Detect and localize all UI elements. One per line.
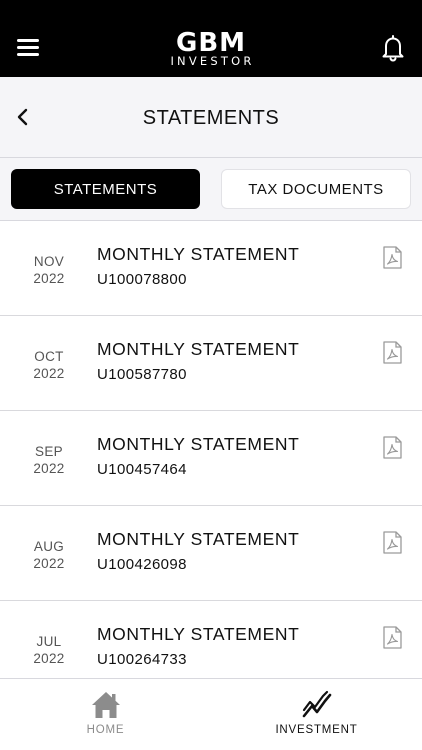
statement-title: MONTHLY STATEMENT (97, 434, 300, 454)
statement-row[interactable]: OCT 2022 MONTHLY STATEMENT U100587780 (0, 316, 422, 411)
pdf-file-icon[interactable] (383, 246, 402, 269)
statement-month: AUG (33, 539, 65, 554)
statement-account: U100587780 (97, 366, 187, 383)
investment-chart-icon (302, 690, 332, 718)
gbm-investor-logo: GBM INVESTOR (0, 30, 422, 67)
statement-year: 2022 (33, 461, 65, 476)
statement-date: JUL 2022 (14, 633, 84, 667)
statement-date: AUG 2022 (14, 538, 84, 572)
statement-account: U100457464 (97, 461, 187, 478)
statement-title: MONTHLY STATEMENT (97, 529, 300, 549)
logo-main-text: GBM (175, 28, 247, 58)
pdf-file-icon[interactable] (383, 531, 402, 554)
statement-account: U100264733 (97, 651, 187, 668)
statement-year: 2022 (33, 651, 65, 666)
statement-month: SEP (35, 444, 63, 459)
statement-month: OCT (34, 349, 64, 364)
pdf-file-icon[interactable] (383, 626, 402, 649)
tab-tax-documents[interactable]: TAX DOCUMENTS (221, 169, 411, 209)
nav-label-home: HOME (86, 724, 125, 736)
pdf-file-icon[interactable] (383, 341, 402, 364)
tab-bar: STATEMENTS TAX DOCUMENTS (0, 158, 422, 221)
statement-month: NOV (33, 254, 65, 269)
nav-label-investment: INVESTMENT (275, 724, 358, 736)
top-bar: GBM INVESTOR (0, 0, 422, 77)
statement-date: NOV 2022 (14, 253, 84, 287)
page-title: STATEMENTS (142, 107, 280, 129)
statement-list: NOV 2022 MONTHLY STATEMENT U100078800 OC… (0, 221, 422, 696)
pdf-file-icon[interactable] (383, 436, 402, 459)
statement-title: MONTHLY STATEMENT (97, 244, 300, 264)
statement-account: U100078800 (97, 271, 187, 288)
tab-statements[interactable]: STATEMENTS (11, 169, 200, 209)
statement-row[interactable]: SEP 2022 MONTHLY STATEMENT U100457464 (0, 411, 422, 506)
statement-year: 2022 (33, 271, 65, 286)
statement-month: JUL (36, 634, 62, 649)
logo-sub-text: INVESTOR (170, 54, 255, 68)
bottom-navigation: HOME INVESTMENT (0, 678, 422, 750)
bell-icon[interactable] (381, 34, 405, 62)
statement-year: 2022 (33, 556, 65, 571)
statement-date: SEP 2022 (14, 443, 84, 477)
statement-row[interactable]: AUG 2022 MONTHLY STATEMENT U100426098 (0, 506, 422, 601)
statement-date: OCT 2022 (14, 348, 84, 382)
statement-row[interactable]: NOV 2022 MONTHLY STATEMENT U100078800 (0, 221, 422, 316)
statement-title: MONTHLY STATEMENT (97, 339, 300, 359)
nav-item-investment[interactable]: INVESTMENT (211, 679, 422, 750)
page-header: STATEMENTS (0, 77, 422, 158)
nav-item-home[interactable]: HOME (0, 679, 211, 750)
home-icon (92, 692, 120, 718)
statement-year: 2022 (33, 366, 65, 381)
statement-account: U100426098 (97, 556, 187, 573)
statement-title: MONTHLY STATEMENT (97, 624, 300, 644)
